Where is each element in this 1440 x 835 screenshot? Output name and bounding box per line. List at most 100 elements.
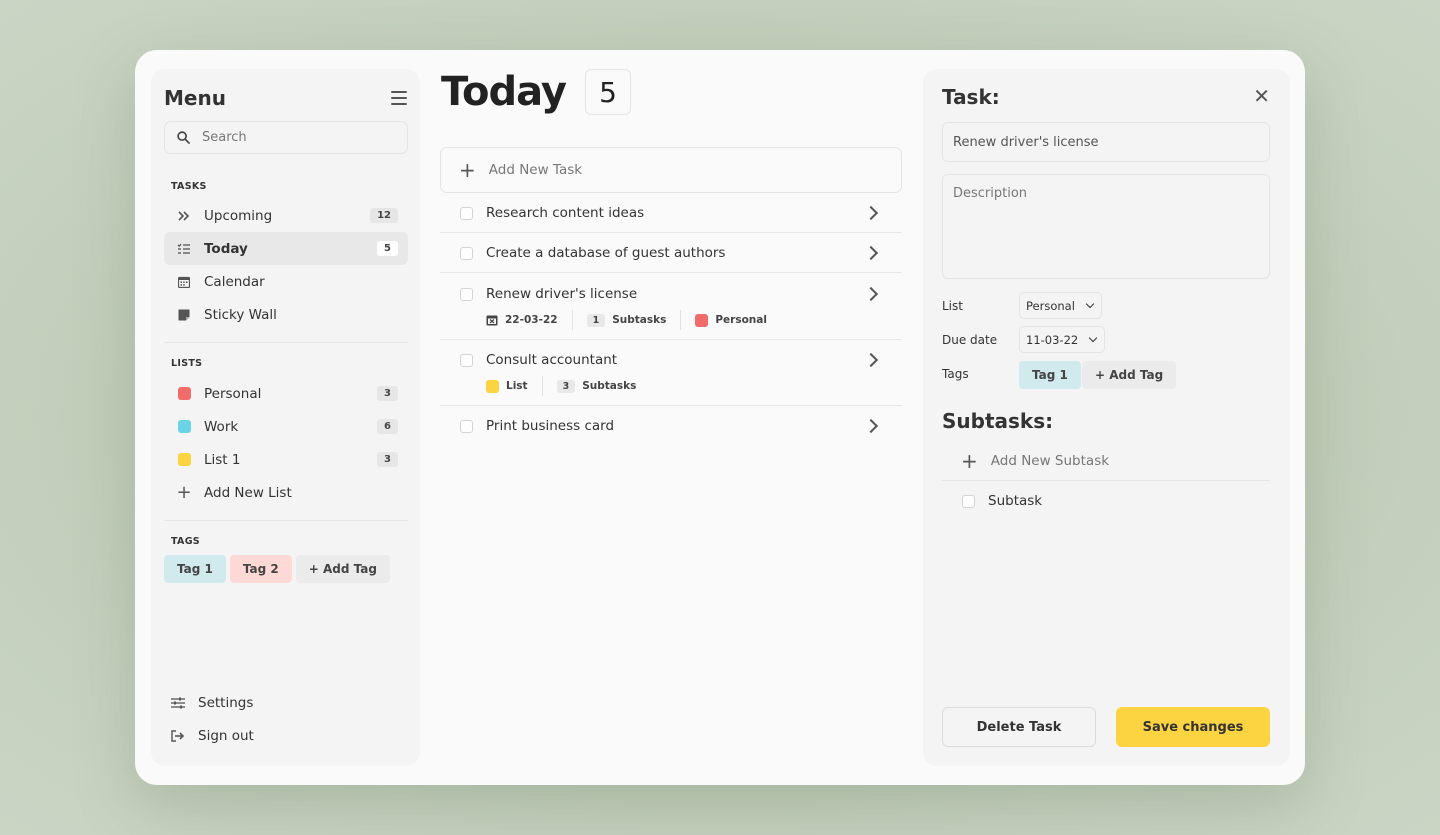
lists-section-label: LISTS [171,358,203,369]
sidebar-item-today[interactable]: Today 5 [164,232,408,265]
list-select[interactable]: Personal [1019,292,1102,319]
chevron-right-icon[interactable] [863,352,879,368]
task-title: Research content ideas [486,205,645,221]
chevron-right-icon[interactable] [863,245,879,261]
checklist-icon [176,243,192,255]
count-badge: 3 [377,452,398,467]
close-icon[interactable]: ✕ [1253,86,1270,106]
add-list-label: Add New List [204,484,292,501]
task-due-date: 22-03-22 [505,314,558,326]
tag-1[interactable]: Tag 1 [164,555,226,583]
task-checkbox[interactable] [460,287,473,301]
sidebar-item-personal[interactable]: Personal 3 [164,377,408,410]
save-changes-button[interactable]: Save changes [1116,707,1270,747]
search-icon [177,131,190,144]
search-box[interactable] [164,121,408,154]
tags-section-label: TAGS [171,536,200,547]
sidebar-item-calendar[interactable]: Calendar [164,265,408,298]
subtask-checkbox[interactable] [962,494,975,508]
subtask-label: Subtask [988,493,1043,509]
chevron-right-icon[interactable] [863,418,879,434]
task-detail-panel: Task: ✕ List Personal Due date 11-03-22 … [923,69,1290,766]
sidebar-item-label: List 1 [204,451,241,468]
divider [164,342,408,343]
plus-icon: + [176,482,192,503]
sidebar-item-work[interactable]: Work 6 [164,410,408,443]
app-window: Menu TASKS Upcoming 12 Today 5 Ca [135,50,1305,785]
sidebar-item-sticky-wall[interactable]: Sticky Wall [164,298,408,331]
panel-title: Task: [942,85,1000,109]
task-list-name: Personal [715,314,767,326]
sidebar-item-label: Work [204,418,239,435]
sidebar-title: Menu [164,86,226,110]
sidebar-item-upcoming[interactable]: Upcoming 12 [164,199,408,232]
calendar-x-icon [486,315,498,326]
task-checkbox[interactable] [460,246,473,260]
sidebar-item-label: Upcoming [204,207,273,224]
add-tag-button[interactable]: + Add Tag [295,555,390,583]
panel-tag-1[interactable]: Tag 1 [1019,361,1081,389]
add-new-task-button[interactable]: + Add New Task [440,147,902,193]
task-title: Renew driver's license [486,286,638,302]
chevron-right-icon[interactable] [863,205,879,221]
task-checkbox[interactable] [460,353,473,367]
list-color-swatch [695,313,709,327]
settings-sliders-icon [171,697,185,709]
task-checkbox[interactable] [460,419,473,433]
count-badge: 5 [377,241,398,256]
tag-2[interactable]: Tag 2 [229,555,292,583]
panel-add-tag-button[interactable]: + Add Tag [1082,361,1177,389]
task-count-badge: 5 [585,69,631,115]
add-new-list-button[interactable]: + Add New List [164,476,408,509]
sidebar-item-label: Today [204,240,248,257]
search-input[interactable] [202,130,392,145]
task-title: Create a database of guest authors [486,245,726,261]
sidebar-item-label: Calendar [204,273,265,290]
delete-task-button[interactable]: Delete Task [942,707,1096,747]
chevron-down-icon [1088,333,1098,343]
chevron-down-icon [1085,299,1095,309]
tasks-section-label: TASKS [171,181,207,192]
sidebar-item-label: Personal [204,385,262,402]
due-date-label: Due date [942,333,998,347]
list-color-swatch [176,453,192,466]
add-task-label: Add New Task [488,162,583,178]
task-checkbox[interactable] [460,206,473,220]
sidebar-item-list-1[interactable]: List 1 3 [164,443,408,476]
chevron-right-icon[interactable] [863,286,879,302]
list-select-value: Personal [1026,298,1075,313]
sticky-note-icon [176,309,192,321]
add-subtask-label: Add New Subtask [990,452,1110,469]
add-new-subtask-button[interactable]: + Add New Subtask [942,441,1270,481]
description-input[interactable] [942,174,1270,279]
double-chevron-right-icon [176,210,192,221]
hamburger-menu-icon[interactable] [391,91,407,105]
list-color-swatch [176,387,192,400]
count-badge: 12 [370,208,398,223]
plus-icon: + [459,158,476,182]
task-item[interactable]: Renew driver's license 22-03-22 1 Subtas… [440,273,902,340]
sidebar: Menu TASKS Upcoming 12 Today 5 Ca [151,69,420,766]
sign-out-button[interactable]: Sign out [171,728,254,744]
task-name-input[interactable] [942,122,1270,162]
subtasks-title: Subtasks: [942,409,1054,433]
due-date-select[interactable]: 11-03-22 [1019,326,1106,353]
list-color-swatch [486,379,499,393]
task-item[interactable]: Research content ideas [440,193,902,233]
count-badge: 6 [377,419,398,434]
divider [164,520,408,521]
task-item[interactable]: Create a database of guest authors [440,233,902,273]
task-item[interactable]: Consult accountant List 3 Subtasks [440,340,902,406]
tags-row: Tag 1 Tag 2 + Add Tag [164,555,390,583]
subtask-count: 1 [586,313,606,327]
task-title: Print business card [486,418,615,434]
task-item[interactable]: Print business card [440,406,902,446]
settings-button[interactable]: Settings [171,695,253,711]
count-badge: 3 [377,386,398,401]
task-title: Consult accountant [486,352,618,368]
subtask-item[interactable]: Subtask [942,481,1270,521]
task-list-name: List [506,380,528,392]
sign-out-label: Sign out [198,728,254,744]
subtask-count: 3 [556,379,576,393]
subtasks-label: Subtasks [582,380,637,392]
